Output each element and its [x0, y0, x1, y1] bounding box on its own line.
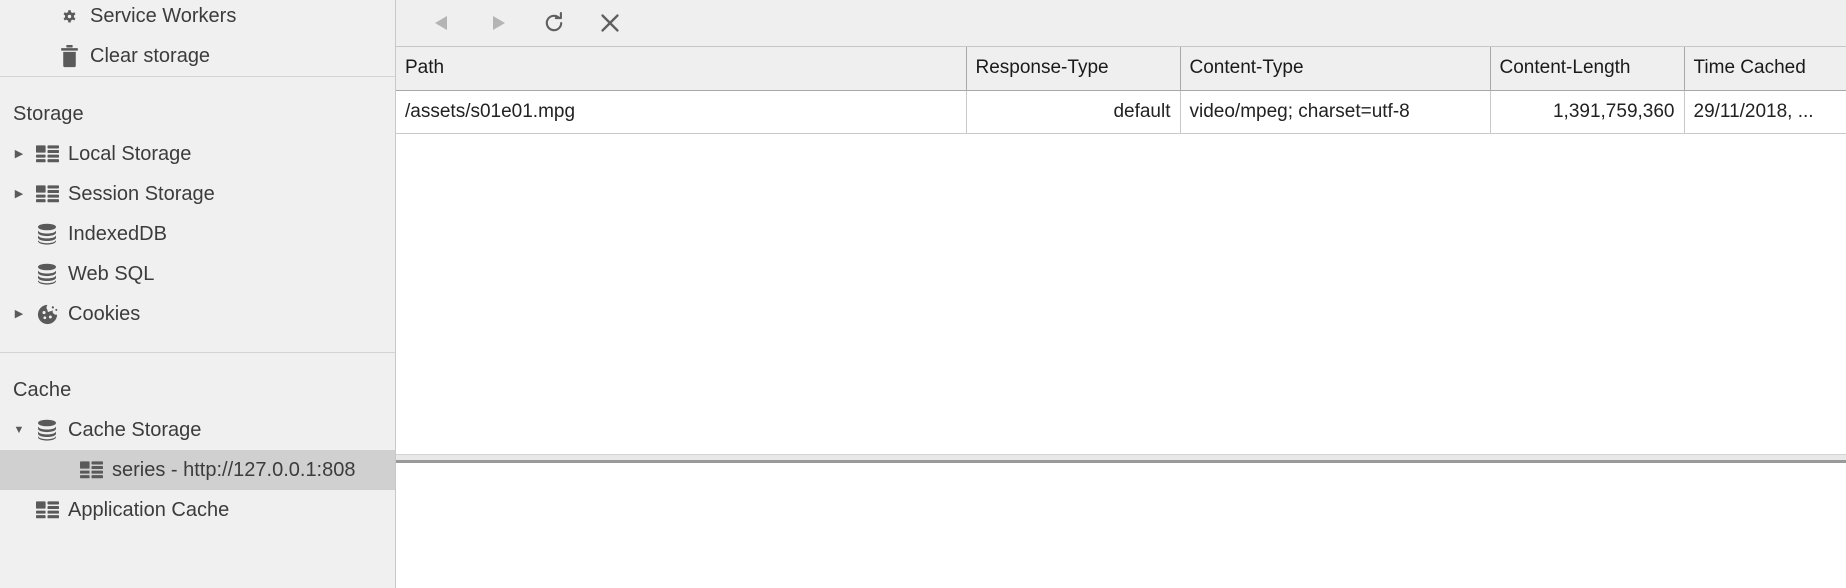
storage-section: Storage ▶ Local Storage ▶ Session Storag…: [0, 77, 395, 352]
trash-icon: [52, 44, 86, 68]
cache-entries-table-container[interactable]: Path Response-Type Content-Type Content-…: [396, 47, 1846, 454]
sidebar-item-label: IndexedDB: [68, 223, 167, 245]
sidebar-item-label: Local Storage: [68, 143, 192, 165]
table-icon: [74, 461, 108, 479]
pane-splitter[interactable]: [396, 454, 1846, 463]
cache-toolbar: [396, 0, 1846, 47]
refresh-icon: [541, 10, 567, 36]
sidebar-item-session-storage[interactable]: ▶ Session Storage: [0, 174, 395, 214]
table-row[interactable]: /assets/s01e01.mpg default video/mpeg; c…: [396, 90, 1846, 134]
sidebar-item-label: Web SQL: [68, 263, 155, 285]
forward-button[interactable]: [470, 1, 526, 45]
storage-tree-sidebar[interactable]: ▶ Service Workers ▶: [0, 0, 396, 588]
sidebar-item-cookies[interactable]: ▶ Cookies: [0, 294, 395, 334]
sidebar-item-cache-series[interactable]: ▶ series - http://127.0.0.1:808: [0, 450, 395, 490]
database-icon: [30, 263, 64, 285]
cache-section: Cache ▼ Cache Storage ▶: [0, 353, 395, 530]
sidebar-item-label: Session Storage: [68, 183, 215, 205]
sidebar-item-clear-storage[interactable]: ▶ Clear storage: [0, 36, 395, 76]
sidebar-item-label: Service Workers: [90, 5, 237, 27]
refresh-button[interactable]: [526, 1, 582, 45]
cell-path: /assets/s01e01.mpg: [396, 90, 967, 134]
cache-entries-table: Path Response-Type Content-Type Content-…: [396, 47, 1846, 134]
triangle-left-icon: [431, 12, 453, 34]
back-button[interactable]: [414, 1, 470, 45]
cache-preview-pane: [396, 463, 1846, 588]
sidebar-item-service-workers[interactable]: ▶ Service Workers: [0, 0, 395, 36]
delete-button[interactable]: [582, 1, 638, 45]
close-icon: [598, 11, 622, 35]
sidebar-item-cache-storage[interactable]: ▼ Cache Storage: [0, 410, 395, 450]
triangle-right-icon: [487, 12, 509, 34]
chevron-right-icon[interactable]: ▶: [8, 134, 30, 174]
sidebar-item-label: Cookies: [68, 303, 141, 325]
cookie-icon: [30, 303, 64, 326]
column-header-content-type[interactable]: Content-Type: [1180, 47, 1491, 91]
table-body: /assets/s01e01.mpg default video/mpeg; c…: [396, 90, 1846, 134]
sidebar-item-local-storage[interactable]: ▶ Local Storage: [0, 134, 395, 174]
column-header-path[interactable]: Path: [396, 47, 967, 91]
cell-time-cached: 29/11/2018, ...: [1684, 90, 1846, 134]
cell-content-type: video/mpeg; charset=utf-8: [1180, 90, 1491, 134]
cell-response-type: default: [966, 90, 1181, 134]
cache-detail-panel: Path Response-Type Content-Type Content-…: [396, 0, 1846, 588]
chevron-right-icon[interactable]: ▶: [8, 294, 30, 334]
sidebar-item-label: series - http://127.0.0.1:808: [112, 459, 356, 481]
table-icon: [30, 501, 64, 519]
sidebar-item-web-sql[interactable]: ▶ Web SQL: [0, 254, 395, 294]
cache-section-title: Cache: [13, 379, 72, 401]
sidebar-item-indexeddb[interactable]: ▶ IndexedDB: [0, 214, 395, 254]
database-icon: [30, 223, 64, 245]
sidebar-item-label: Application Cache: [68, 499, 230, 521]
column-header-response-type[interactable]: Response-Type: [966, 47, 1181, 91]
storage-section-title: Storage: [13, 103, 84, 125]
column-header-time-cached[interactable]: Time Cached: [1684, 47, 1846, 91]
table-icon: [30, 145, 64, 163]
table-header-row: Path Response-Type Content-Type Content-…: [396, 47, 1846, 91]
chevron-right-icon[interactable]: ▶: [8, 174, 30, 214]
sidebar-item-label: Cache Storage: [68, 419, 202, 441]
cell-content-length: 1,391,759,360: [1490, 90, 1685, 134]
application-section: ▶ Service Workers ▶: [0, 0, 395, 76]
table-icon: [30, 185, 64, 203]
table-header: Path Response-Type Content-Type Content-…: [396, 47, 1846, 91]
column-header-content-length[interactable]: Content-Length: [1490, 47, 1685, 91]
database-icon: [30, 419, 64, 441]
sidebar-item-application-cache[interactable]: ▶ Application Cache: [0, 490, 395, 530]
devtools-application-panel: ▶ Service Workers ▶: [0, 0, 1846, 588]
sidebar-item-label: Clear storage: [90, 45, 211, 67]
chevron-down-icon[interactable]: ▼: [8, 410, 30, 450]
gear-icon: [52, 5, 86, 28]
